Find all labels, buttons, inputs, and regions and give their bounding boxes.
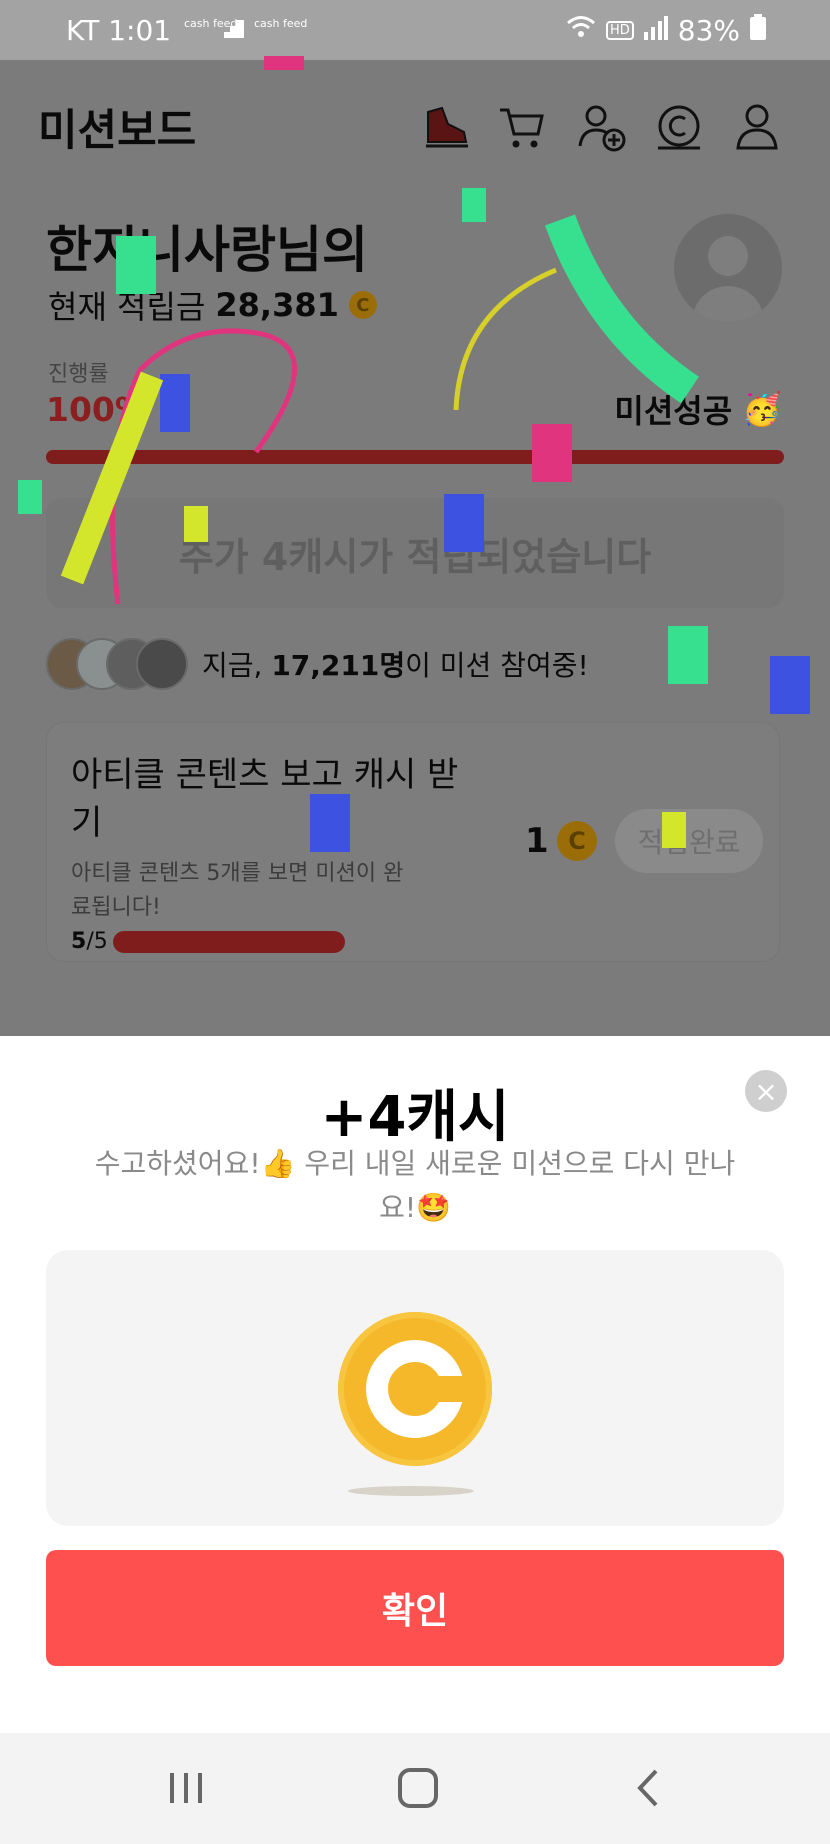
- coin-c-gap: [424, 1376, 474, 1402]
- confetti-piece: [264, 56, 304, 70]
- coin-shadow: [348, 1486, 474, 1496]
- confetti-piece: [310, 794, 350, 852]
- confetti-piece: [184, 506, 208, 542]
- coin-panel: [46, 1250, 784, 1526]
- reward-bottom-sheet: +4캐시 × 수고하셨어요!👍 우리 내일 새로운 미션으로 다시 만나요!🤩 …: [0, 1036, 830, 1733]
- confetti-streamer: [453, 267, 557, 411]
- close-button[interactable]: ×: [745, 1070, 787, 1112]
- confetti-piece: [668, 626, 708, 684]
- confetti-piece: [444, 494, 484, 552]
- system-nav-bar: [0, 1733, 830, 1844]
- confetti-piece: [160, 374, 190, 432]
- confetti-piece: [116, 236, 156, 294]
- confetti-piece: [532, 424, 572, 482]
- confetti-piece: [770, 656, 810, 714]
- confetti-overlay: [18, 56, 810, 852]
- confetti-piece: [462, 188, 486, 222]
- confetti-streamer: [544, 214, 699, 404]
- confetti-piece: [18, 480, 42, 514]
- confetti-streamer: [109, 328, 297, 605]
- coin-icon-large: [338, 1312, 492, 1466]
- confetti-piece: [662, 812, 686, 848]
- home-icon[interactable]: [388, 1763, 448, 1813]
- back-icon[interactable]: [620, 1763, 680, 1813]
- reward-title: +4캐시: [320, 1085, 510, 1150]
- recent-apps-icon[interactable]: [156, 1763, 216, 1813]
- confirm-button[interactable]: 확인: [46, 1550, 784, 1666]
- reward-subtitle: 수고하셨어요!👍 우리 내일 새로운 미션으로 다시 만나요!🤩: [94, 1147, 736, 1224]
